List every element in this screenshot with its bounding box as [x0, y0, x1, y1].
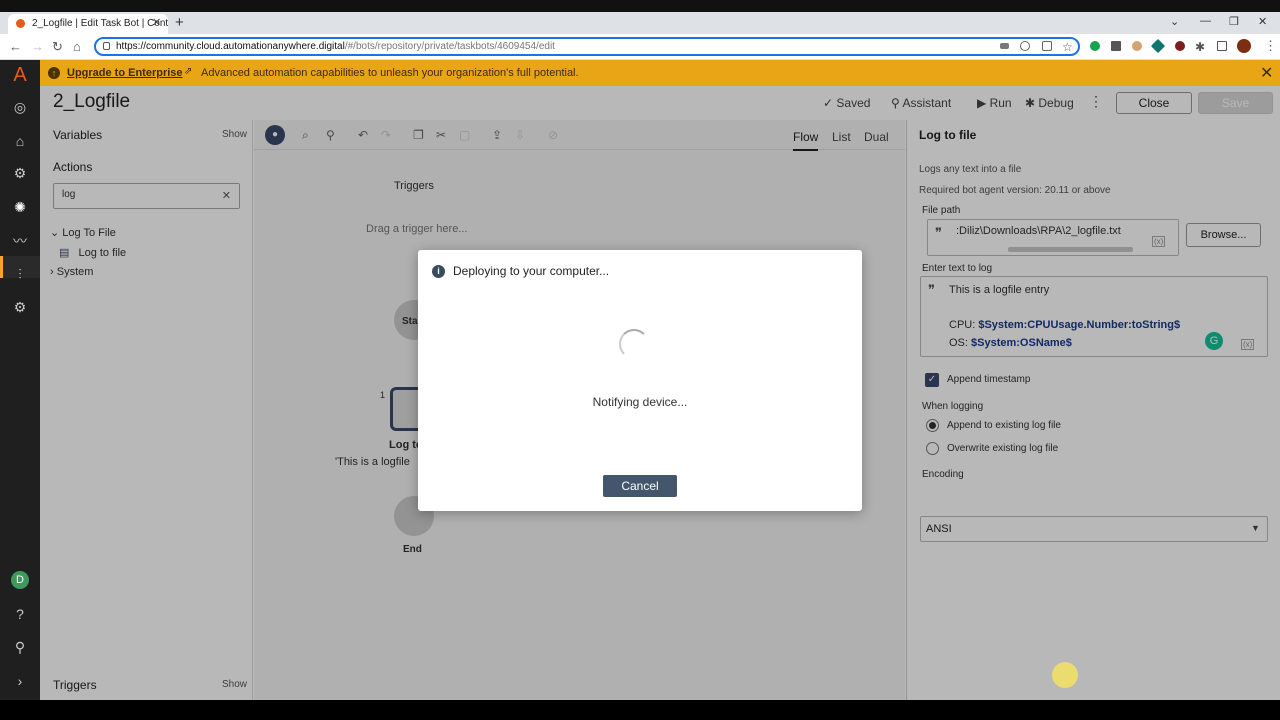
minimize-icon[interactable]: —: [1200, 15, 1211, 27]
banner-text: Advanced automation capabilities to unle…: [201, 67, 579, 79]
browser-tabstrip: [0, 12, 1280, 34]
back-icon[interactable]: ←: [9, 39, 22, 54]
tab-close-icon[interactable]: ✕: [152, 16, 161, 29]
key-icon[interactable]: [1000, 43, 1009, 49]
restore-icon[interactable]: ❐: [1229, 15, 1239, 28]
url-path: /#/bots/repository/private/taskbots/4609…: [344, 41, 555, 52]
upgrade-arrow-icon: ↑: [48, 67, 60, 79]
dialog-title: Deploying to your computer...: [453, 264, 610, 278]
lock-icon: [103, 42, 110, 50]
download-extension-icon[interactable]: [1111, 41, 1121, 51]
settings-gear-icon[interactable]: ⚙: [11, 298, 29, 316]
reload-icon[interactable]: ↻: [52, 39, 63, 55]
explore-compass-icon[interactable]: ◎: [11, 98, 29, 116]
share-icon[interactable]: [1042, 41, 1052, 51]
cancel-button[interactable]: Cancel: [603, 475, 677, 497]
info-icon: i: [432, 265, 445, 278]
bookmark-star-icon[interactable]: ☆: [1062, 40, 1073, 54]
user-avatar[interactable]: D: [11, 571, 29, 589]
expand-sidebar-icon[interactable]: ›: [11, 672, 29, 690]
tab-search-chevron-icon[interactable]: ⌄: [1170, 15, 1179, 28]
window-close-icon[interactable]: ✕: [1258, 15, 1267, 28]
deploy-dialog: i Deploying to your computer... Notifyin…: [418, 250, 862, 511]
upgrade-banner: ↑ Upgrade to Enterprise ⇗ Advanced autom…: [40, 60, 1280, 86]
loading-spinner-icon: [619, 329, 649, 359]
dialog-status: Notifying device...: [592, 395, 688, 409]
extension-avatar-icon[interactable]: [1132, 41, 1142, 51]
location-settings-icon[interactable]: ⚲: [11, 638, 29, 656]
sidebar-icon[interactable]: [1217, 41, 1227, 51]
window-top-bar: [0, 0, 1280, 12]
url-input[interactable]: https://community.cloud.automationanywhe…: [94, 37, 1080, 56]
record-extension-icon[interactable]: [1175, 41, 1185, 51]
zoom-icon[interactable]: [1020, 41, 1030, 51]
manage-sliders-icon[interactable]: ⫶: [11, 265, 29, 283]
home-nav-icon[interactable]: ⌂: [11, 132, 29, 150]
mouse-cursor-highlight: [1052, 662, 1078, 688]
tab-title: 2_Logfile | Edit Task Bot | Control: [32, 18, 168, 29]
forward-icon[interactable]: →: [31, 39, 44, 54]
browser-menu-icon[interactable]: ⋮: [1264, 38, 1277, 54]
browser-tab[interactable]: 2_Logfile | Edit Task Bot | Control: [8, 14, 168, 34]
screen-bottom-edge: [0, 700, 1280, 720]
app-sidebar: A ◎ ⌂ ⚙ ✺ 〰 ⫶ ⚙ D ? ⚲ ›: [0, 60, 40, 700]
url-host: https://community.cloud.automationanywhe…: [116, 41, 345, 52]
activity-pulse-icon[interactable]: 〰: [11, 232, 29, 250]
profile-avatar-icon[interactable]: [1237, 39, 1251, 53]
home-icon[interactable]: ⌂: [73, 39, 81, 54]
extensions-puzzle-icon[interactable]: ✱: [1195, 40, 1205, 54]
help-icon[interactable]: ?: [11, 605, 29, 623]
banner-close-icon[interactable]: ✕: [1260, 63, 1273, 83]
grammarly-extension-icon[interactable]: [1090, 41, 1100, 51]
bot-agent-icon[interactable]: ⚙: [11, 164, 29, 182]
upgrade-link[interactable]: Upgrade to Enterprise: [67, 67, 183, 79]
external-link-icon[interactable]: ⇗: [184, 66, 192, 77]
automation-nav-icon[interactable]: ✺: [11, 198, 29, 216]
new-tab-icon[interactable]: +: [175, 14, 184, 31]
automation-anywhere-favicon-icon: [16, 19, 25, 28]
automation-anywhere-logo-icon[interactable]: A: [11, 65, 29, 85]
